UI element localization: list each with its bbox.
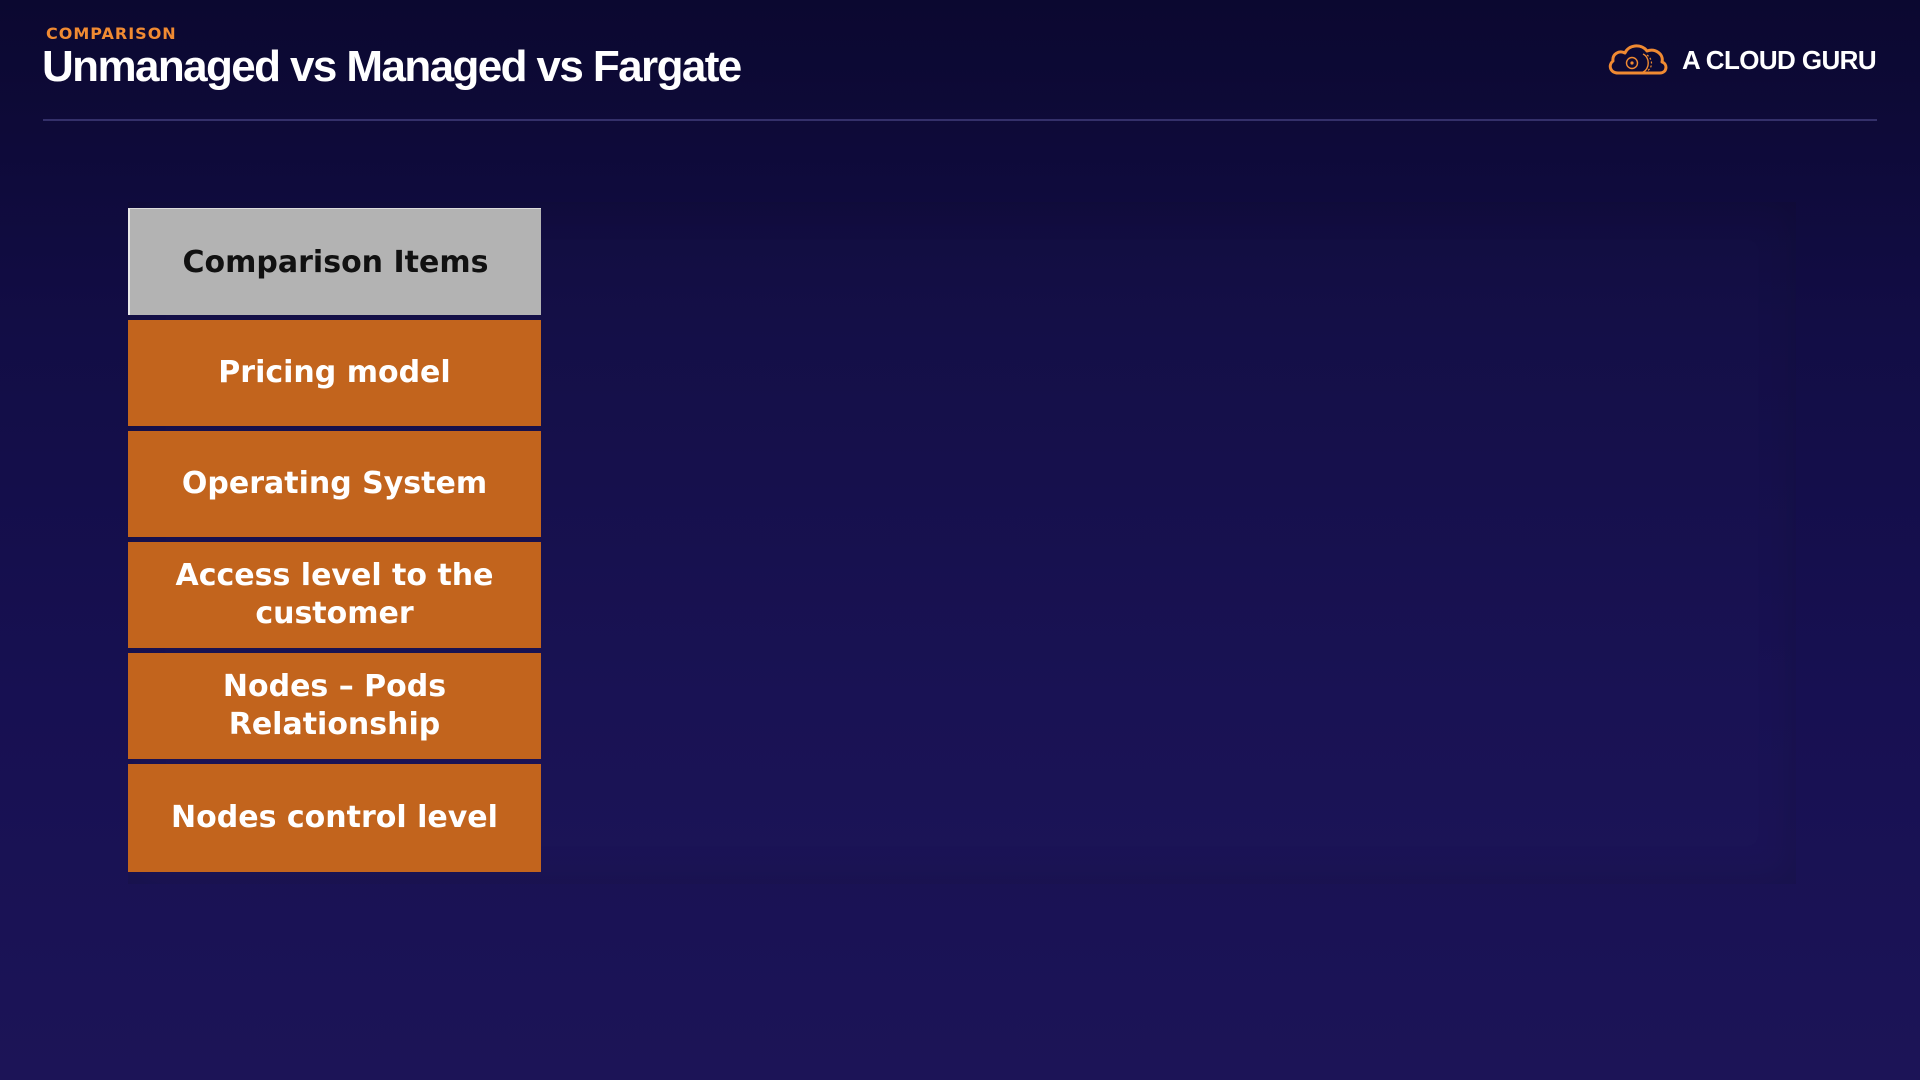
comparison-item-nodes-control-level: Nodes control level — [128, 764, 541, 872]
brand-name: A CLOUD GURU — [1681, 44, 1877, 75]
section-eyebrow: COMPARISON — [46, 24, 177, 43]
comparison-item-access-level: Access level to the customer — [128, 542, 541, 648]
comparison-items-column: Comparison Items Pricing model Operating… — [128, 208, 541, 872]
comparison-item-pricing-model: Pricing model — [128, 320, 541, 426]
slide-title: Unmanaged vs Managed vs Fargate — [42, 42, 742, 91]
comparison-item-nodes-pods-relationship: Nodes – Pods Relationship — [128, 653, 541, 759]
comparison-items-header: Comparison Items — [128, 208, 541, 315]
comparison-item-operating-system: Operating System — [128, 431, 541, 537]
header-divider — [43, 119, 1877, 121]
brand-lockup: A CLOUD GURU — [1606, 36, 1877, 84]
cloud-logo-icon — [1608, 44, 1668, 75]
